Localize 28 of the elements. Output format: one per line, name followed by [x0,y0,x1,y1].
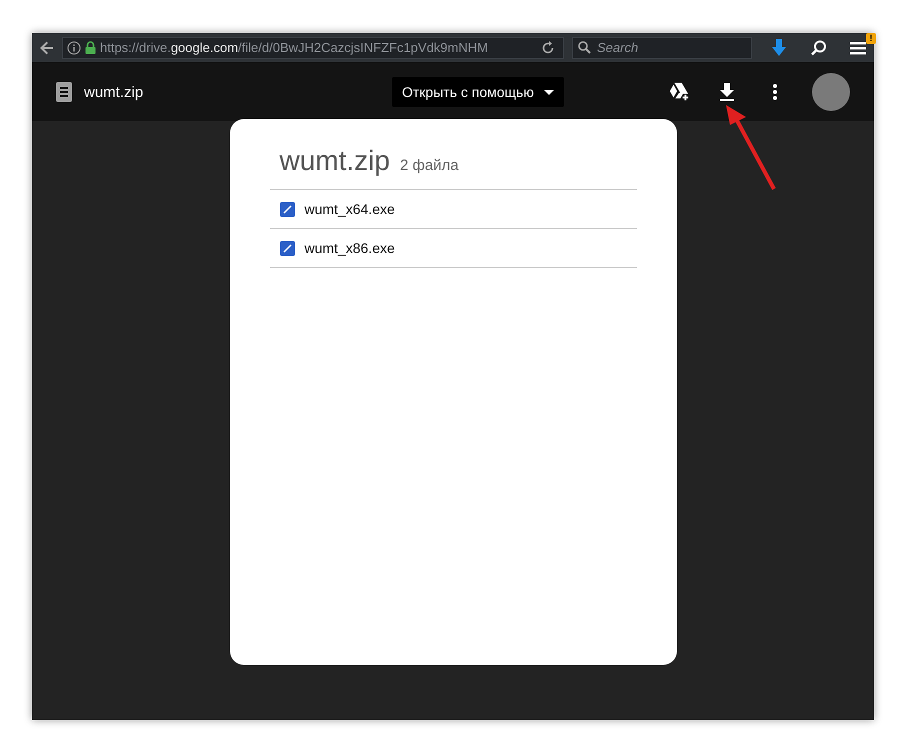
caret-icon [544,90,554,94]
download-icon [719,83,735,101]
add-to-drive-button[interactable] [668,81,690,103]
menu-icon [850,40,868,56]
search-icon [811,40,827,56]
lock-icon [85,41,96,54]
file-name: wumt_x86.exe [304,240,395,256]
download-icon [771,38,787,56]
file-name: wumt_x64.exe [304,201,395,217]
avatar[interactable] [812,73,850,111]
drive-add-icon [668,82,690,102]
address-bar[interactable]: https://drive.google.com/file/d/0BwJH2CazcjsINFZFc1pVdk9mNHM [62,36,564,58]
file-count: 2 файла [400,157,459,174]
more-icon [773,84,777,100]
reload-icon [541,40,555,54]
search-field[interactable]: Search [572,36,752,58]
back-arrow-icon [39,40,55,56]
file-row[interactable]: wumt_x64.exe [270,189,636,228]
program-file-icon [280,202,294,216]
file-row[interactable]: wumt_x86.exe [270,228,636,268]
open-with-button[interactable]: Открыть с помощью [392,77,564,107]
info-icon [67,40,81,54]
archive-title: wumt.zip [280,145,390,177]
url-text: https://drive.google.com/file/d/0BwJH2CazcjsINFZFc1pVdk9mNHM [100,40,489,55]
program-file-icon [280,240,294,256]
archive-icon [56,82,72,102]
alert-badge: ! [866,32,876,44]
file-name: wumt.zip [84,84,144,100]
